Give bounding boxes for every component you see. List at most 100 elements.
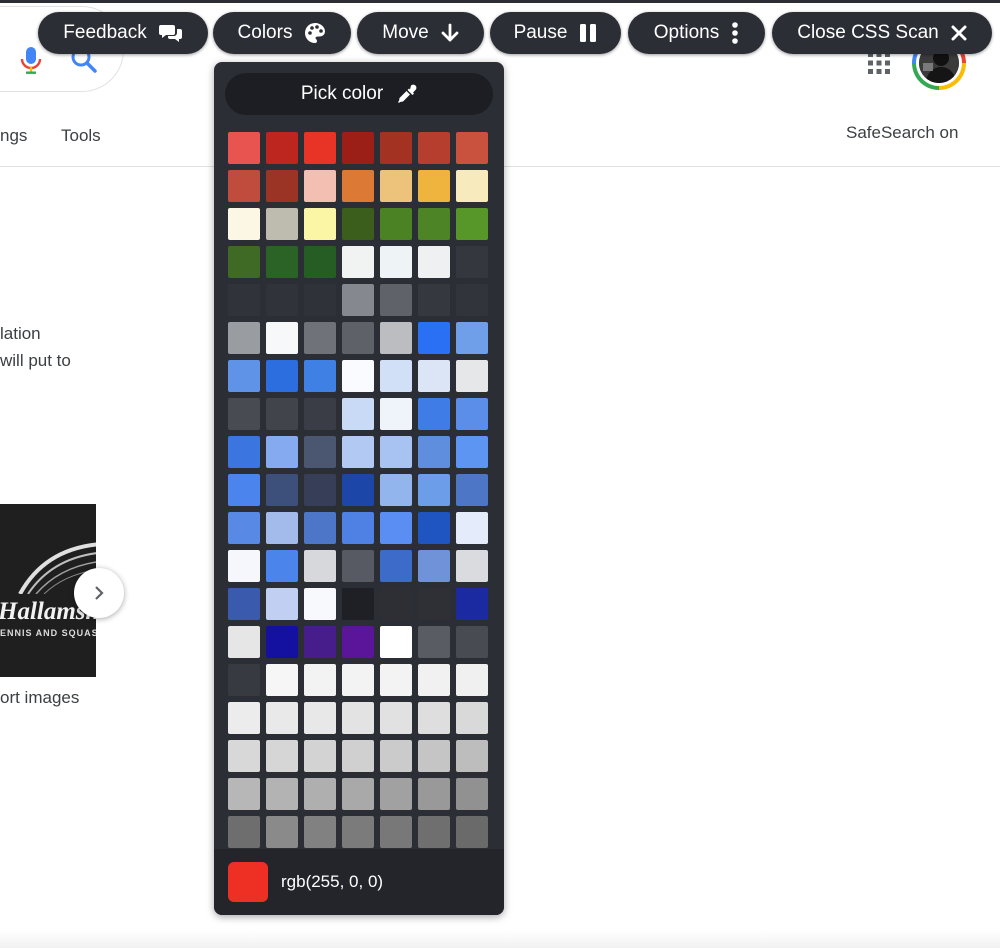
- color-swatch[interactable]: [266, 512, 298, 544]
- color-swatch[interactable]: [342, 512, 374, 544]
- nav-tools-link[interactable]: Tools: [61, 126, 101, 146]
- color-swatch[interactable]: [304, 740, 336, 772]
- color-swatch[interactable]: [418, 284, 450, 316]
- color-swatch[interactable]: [342, 360, 374, 392]
- color-swatch[interactable]: [456, 284, 488, 316]
- move-button[interactable]: Move: [357, 12, 484, 54]
- color-swatch[interactable]: [228, 778, 260, 810]
- image-caption[interactable]: ort images: [0, 688, 79, 708]
- color-swatch[interactable]: [456, 816, 488, 848]
- color-swatch[interactable]: [380, 132, 412, 164]
- selected-color-swatch[interactable]: [228, 862, 268, 902]
- color-swatch[interactable]: [266, 740, 298, 772]
- color-swatch[interactable]: [228, 816, 260, 848]
- selected-color-value[interactable]: rgb(255, 0, 0): [281, 872, 383, 892]
- color-swatch[interactable]: [456, 740, 488, 772]
- color-swatch[interactable]: [304, 170, 336, 202]
- color-swatch[interactable]: [456, 208, 488, 240]
- color-swatch[interactable]: [456, 474, 488, 506]
- color-swatch[interactable]: [266, 474, 298, 506]
- color-swatch[interactable]: [380, 398, 412, 430]
- color-swatch[interactable]: [380, 778, 412, 810]
- color-swatch[interactable]: [228, 512, 260, 544]
- color-swatch[interactable]: [456, 588, 488, 620]
- color-swatch[interactable]: [456, 132, 488, 164]
- color-swatch[interactable]: [304, 550, 336, 582]
- color-swatch[interactable]: [456, 246, 488, 278]
- color-swatch[interactable]: [342, 626, 374, 658]
- color-swatch[interactable]: [342, 284, 374, 316]
- color-swatch[interactable]: [228, 702, 260, 734]
- color-swatch[interactable]: [380, 550, 412, 582]
- color-swatch[interactable]: [342, 588, 374, 620]
- color-swatch[interactable]: [266, 816, 298, 848]
- color-swatch[interactable]: [228, 284, 260, 316]
- color-swatch[interactable]: [418, 246, 450, 278]
- color-swatch[interactable]: [456, 322, 488, 354]
- color-swatch[interactable]: [304, 778, 336, 810]
- color-swatch[interactable]: [380, 284, 412, 316]
- color-swatch[interactable]: [380, 208, 412, 240]
- color-swatch[interactable]: [266, 626, 298, 658]
- color-swatch[interactable]: [342, 740, 374, 772]
- microphone-icon[interactable]: [20, 46, 42, 76]
- feedback-button[interactable]: Feedback: [38, 12, 208, 54]
- color-swatch[interactable]: [342, 550, 374, 582]
- color-swatch[interactable]: [342, 208, 374, 240]
- color-swatch[interactable]: [380, 816, 412, 848]
- color-swatch[interactable]: [304, 360, 336, 392]
- color-swatch[interactable]: [456, 626, 488, 658]
- color-swatch[interactable]: [380, 246, 412, 278]
- color-swatch[interactable]: [418, 436, 450, 468]
- color-swatch[interactable]: [342, 170, 374, 202]
- color-swatch[interactable]: [380, 474, 412, 506]
- options-button[interactable]: Options: [628, 12, 765, 54]
- color-swatch[interactable]: [380, 170, 412, 202]
- colors-button[interactable]: Colors: [213, 12, 351, 54]
- color-swatch[interactable]: [418, 132, 450, 164]
- color-swatch[interactable]: [456, 778, 488, 810]
- color-swatch[interactable]: [456, 360, 488, 392]
- pause-button[interactable]: Pause: [490, 12, 621, 54]
- color-swatch[interactable]: [342, 398, 374, 430]
- color-swatch[interactable]: [418, 702, 450, 734]
- color-swatch[interactable]: [304, 398, 336, 430]
- color-swatch[interactable]: [304, 702, 336, 734]
- color-swatch[interactable]: [456, 436, 488, 468]
- color-swatch[interactable]: [266, 664, 298, 696]
- color-swatch[interactable]: [266, 360, 298, 392]
- color-swatch[interactable]: [228, 322, 260, 354]
- nav-settings-link[interactable]: ngs: [0, 126, 27, 146]
- color-swatch[interactable]: [228, 626, 260, 658]
- color-swatch[interactable]: [418, 474, 450, 506]
- color-swatch[interactable]: [304, 284, 336, 316]
- color-swatch[interactable]: [228, 740, 260, 772]
- color-swatch[interactable]: [266, 322, 298, 354]
- color-swatch[interactable]: [418, 170, 450, 202]
- color-swatch[interactable]: [304, 626, 336, 658]
- color-swatch[interactable]: [380, 588, 412, 620]
- color-swatch[interactable]: [418, 626, 450, 658]
- color-swatch[interactable]: [228, 132, 260, 164]
- color-swatch[interactable]: [304, 436, 336, 468]
- color-swatch[interactable]: [304, 512, 336, 544]
- color-swatch[interactable]: [418, 778, 450, 810]
- color-swatch[interactable]: [228, 246, 260, 278]
- color-swatch[interactable]: [418, 208, 450, 240]
- color-swatch[interactable]: [228, 360, 260, 392]
- apps-grid-icon[interactable]: [868, 52, 890, 74]
- color-swatch[interactable]: [342, 246, 374, 278]
- color-swatch[interactable]: [418, 740, 450, 772]
- color-swatch[interactable]: [266, 436, 298, 468]
- color-swatch[interactable]: [304, 208, 336, 240]
- color-swatch[interactable]: [456, 398, 488, 430]
- color-swatch[interactable]: [228, 436, 260, 468]
- color-swatch[interactable]: [266, 398, 298, 430]
- color-swatch[interactable]: [342, 436, 374, 468]
- color-swatch[interactable]: [228, 208, 260, 240]
- color-swatch[interactable]: [418, 664, 450, 696]
- pick-color-button[interactable]: Pick color: [225, 73, 493, 115]
- color-swatch[interactable]: [456, 664, 488, 696]
- color-swatch[interactable]: [228, 474, 260, 506]
- color-swatch[interactable]: [228, 664, 260, 696]
